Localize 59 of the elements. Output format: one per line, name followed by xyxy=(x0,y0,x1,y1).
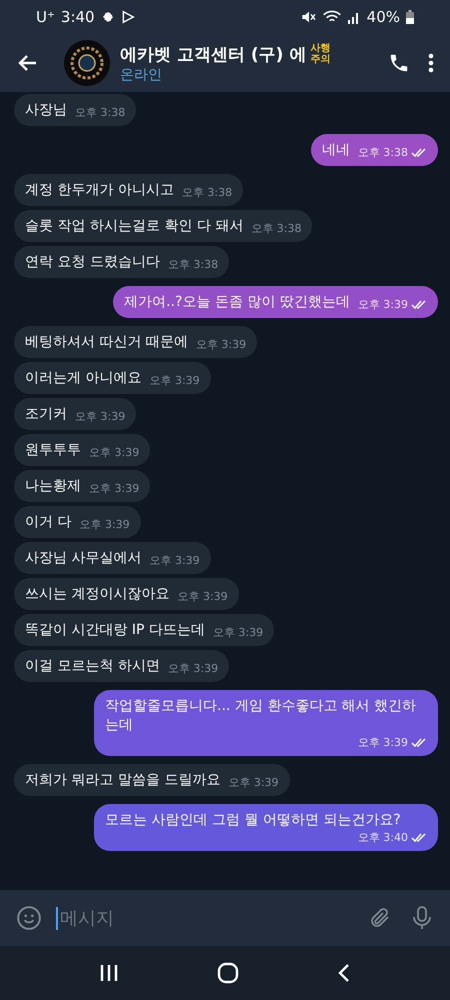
message-time: 오후 3:39 xyxy=(89,481,140,496)
play-icon xyxy=(120,10,135,24)
message-text: 똑같이 시간대랑 IP 다뜨는데 xyxy=(25,621,205,640)
message-text: 베팅하셔서 따신거 때문에 xyxy=(25,333,188,352)
message-time: 오후 3:39 xyxy=(168,661,218,676)
message-input[interactable]: 메시지 xyxy=(56,906,354,930)
message-time: 오후 3:38 xyxy=(75,105,126,120)
smiley-icon xyxy=(16,905,42,931)
message-composer[interactable]: 메시지 xyxy=(0,890,450,946)
chevron-left-icon xyxy=(337,963,351,983)
message-text: 이걸 모르는척 하시면 xyxy=(25,657,160,676)
carrier-label: U⁺ xyxy=(36,8,55,26)
more-icon xyxy=(428,52,434,74)
message-time: 오후 3:39 xyxy=(79,517,130,532)
warning-label: 사행주의 xyxy=(310,43,332,65)
message-time: 오후 3:39 xyxy=(358,297,408,312)
message-time: 오후 3:38 xyxy=(182,185,232,200)
message-time: 오후 3:40 xyxy=(358,830,408,845)
message-text: 연락 요청 드렸습니다 xyxy=(25,253,160,272)
wifi-icon xyxy=(322,10,341,24)
message-text: 쓰시는 계정이시잖아요 xyxy=(25,585,170,604)
mute-icon xyxy=(300,10,317,24)
message-time: 오후 3:39 xyxy=(89,445,140,460)
three-bars-icon xyxy=(99,964,119,982)
message-time: 오후 3:39 xyxy=(196,337,246,352)
rounded-square-icon xyxy=(217,962,239,984)
message-text: 이러는게 아니에요 xyxy=(25,369,142,388)
message-text: 제가여..?오늘 돈좀 많이 땄긴했는데 xyxy=(124,293,350,312)
message-time: 오후 3:38 xyxy=(168,257,218,272)
battery-icon xyxy=(406,10,414,24)
chat-title: 에카벳 고객센터 (구) 에 xyxy=(120,44,306,66)
clock: 3:40 xyxy=(60,8,95,26)
message-text: 작업할줄모릅니다... 게임 환수좋다고 해서 했긴하는데 xyxy=(105,697,418,735)
message-time: 오후 3:39 xyxy=(75,409,126,424)
message-text: 모르는 사람인데 그럼 뭘 어떻하면 되는건가요? xyxy=(105,811,401,830)
message-time: 오후 3:39 xyxy=(149,553,200,568)
message-text: 네네 xyxy=(322,141,350,160)
message-text: 조기커 xyxy=(25,405,67,424)
message-text: 사장님 xyxy=(25,101,67,120)
message-time: 오후 3:38 xyxy=(251,221,302,236)
message-text: 원투투투 xyxy=(25,441,81,460)
message-text: 계정 한두개가 아니시고 xyxy=(25,181,174,200)
message-text: 저희가 뭐라고 말씀을 드릴까요 xyxy=(25,771,220,790)
message-time: 오후 3:39 xyxy=(177,589,228,604)
message-text: 나는황제 xyxy=(25,477,81,496)
battery-percent: 40% xyxy=(366,8,400,26)
message-text: 사장님 사무실에서 xyxy=(25,549,142,568)
online-status: 온라인 xyxy=(120,66,163,84)
message-time: 오후 3:39 xyxy=(149,373,200,388)
message-time: 오후 3:39 xyxy=(358,735,408,750)
microphone-icon xyxy=(410,905,434,931)
message-text: 슬롯 작업 하시는걸로 확인 다 돼서 xyxy=(25,217,244,236)
message-time: 오후 3:39 xyxy=(228,775,279,790)
message-text: 이거 다 xyxy=(25,513,72,532)
signal-icon xyxy=(346,10,361,24)
phone-icon xyxy=(388,52,410,74)
message-time: 오후 3:39 xyxy=(212,625,264,640)
message-time: 오후 3:38 xyxy=(358,145,408,160)
avatar[interactable] xyxy=(64,40,110,86)
